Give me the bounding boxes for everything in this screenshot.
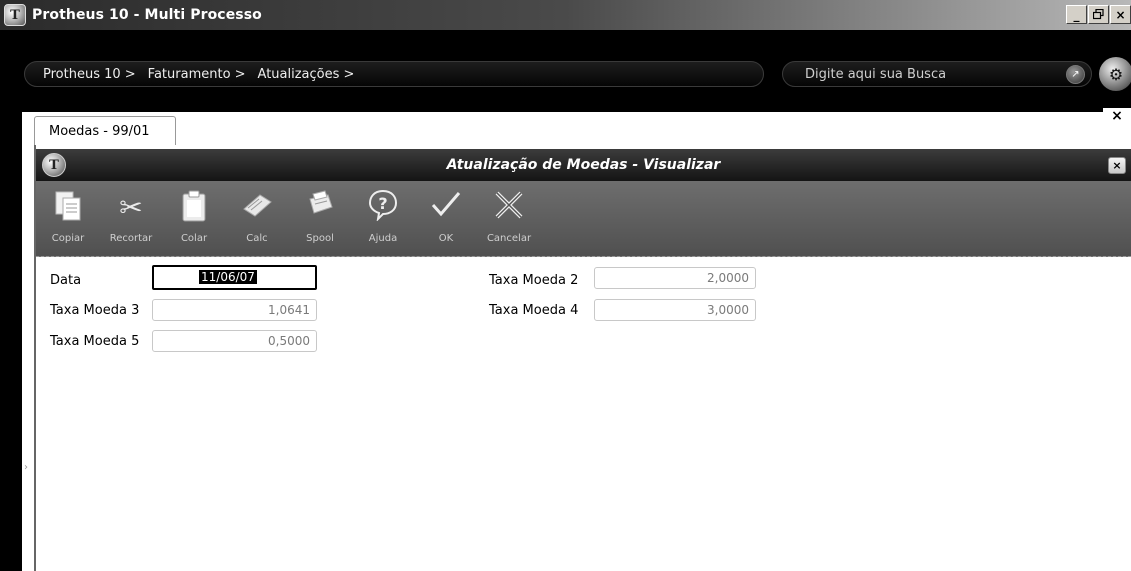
taxa-moeda-4-label: Taxa Moeda 4 — [489, 303, 579, 318]
window-title: Protheus 10 - Multi Processo — [32, 7, 262, 23]
breadcrumb-item-protheus[interactable]: Protheus 10 > — [43, 67, 136, 82]
ok-button[interactable]: OK — [418, 189, 474, 244]
minimize-button[interactable]: _ — [1066, 5, 1087, 24]
taxa-moeda-5-field[interactable]: 0,5000 — [152, 330, 317, 352]
window-controls: _ × — [1065, 5, 1131, 24]
tab-close-icon[interactable]: × — [1103, 108, 1131, 124]
expand-arrow-icon[interactable]: › — [24, 462, 28, 473]
cancel-button[interactable]: Cancelar — [481, 189, 537, 244]
ok-label: OK — [438, 233, 454, 244]
nav-bar: Protheus 10 > Faturamento > Atualizações… — [0, 30, 1131, 112]
protheus-icon: T — [42, 153, 66, 177]
svg-text:?: ? — [378, 194, 387, 213]
copy-label: Copiar — [51, 233, 85, 244]
taxa-moeda-3-field[interactable]: 1,0641 — [152, 299, 317, 321]
taxa-moeda-5-label: Taxa Moeda 5 — [50, 334, 140, 349]
taxa-moeda-2-value: 2,0000 — [707, 271, 749, 285]
dialog-title: Atualização de Moedas - Visualizar — [446, 157, 721, 173]
protheus-icon: T — [4, 4, 26, 26]
copy-icon — [40, 189, 96, 227]
taxa-moeda-2-field[interactable]: 2,0000 — [594, 267, 756, 289]
restore-icon — [1093, 9, 1104, 20]
calculator-icon — [229, 189, 285, 227]
cut-button[interactable]: ✂ Recortar — [103, 189, 159, 244]
search-input[interactable]: Digite aqui sua Busca ↗ — [782, 61, 1092, 87]
taxa-moeda-2-label: Taxa Moeda 2 — [489, 273, 579, 288]
data-field[interactable]: 11/06/07 — [152, 265, 317, 290]
close-button[interactable]: × — [1110, 5, 1131, 24]
paste-label: Colar — [180, 233, 208, 244]
help-button[interactable]: ? Ajuda — [355, 189, 411, 244]
search-go-icon[interactable]: ↗ — [1066, 65, 1085, 84]
taxa-moeda-4-field[interactable]: 3,0000 — [594, 299, 756, 321]
left-rail — [22, 145, 34, 571]
breadcrumb-item-atualizacoes[interactable]: Atualizações > — [258, 67, 355, 82]
help-icon: ? — [355, 189, 411, 227]
cut-label: Recortar — [109, 233, 153, 244]
search-placeholder: Digite aqui sua Busca — [805, 66, 947, 82]
toolbar: Copiar ✂ Recortar Colar Calc Spool ? Aju… — [36, 181, 1131, 257]
data-label: Data — [50, 273, 82, 288]
restore-button[interactable] — [1088, 5, 1109, 24]
tab-strip: Moedas - 99/01 — [22, 112, 1131, 146]
dialog-close-button[interactable]: × — [1108, 157, 1126, 174]
dialog-panel: Atualização de Moedas - Visualizar T × C… — [34, 145, 1131, 571]
taxa-moeda-5-value: 0,5000 — [268, 334, 310, 348]
calc-label: Calc — [246, 233, 268, 244]
taxa-moeda-4-value: 3,0000 — [707, 303, 749, 317]
cancel-icon — [481, 189, 537, 227]
calc-button[interactable]: Calc — [229, 189, 285, 244]
tab-label: Moedas - 99/01 — [49, 124, 150, 139]
spool-button[interactable]: Spool — [292, 189, 348, 244]
data-value: 11/06/07 — [199, 270, 257, 284]
paste-button[interactable]: Colar — [166, 189, 222, 244]
dialog-titlebar: Atualização de Moedas - Visualizar T × — [36, 149, 1131, 181]
scissors-icon: ✂ — [119, 191, 143, 224]
breadcrumb-item-faturamento[interactable]: Faturamento > — [148, 67, 246, 82]
tab-moedas[interactable]: Moedas - 99/01 — [34, 116, 176, 146]
help-label: Ajuda — [368, 233, 398, 244]
printer-icon — [292, 189, 348, 227]
copy-button[interactable]: Copiar — [40, 189, 96, 244]
cancel-label: Cancelar — [486, 233, 532, 244]
window-titlebar: T Protheus 10 - Multi Processo _ × — [0, 0, 1131, 30]
clipboard-icon — [166, 189, 222, 227]
taxa-moeda-3-value: 1,0641 — [268, 303, 310, 317]
breadcrumb: Protheus 10 > Faturamento > Atualizações… — [24, 61, 764, 87]
gear-icon[interactable]: ⚙ — [1099, 57, 1131, 91]
check-icon — [418, 189, 474, 227]
taxa-moeda-3-label: Taxa Moeda 3 — [50, 303, 140, 318]
spool-label: Spool — [306, 233, 334, 244]
